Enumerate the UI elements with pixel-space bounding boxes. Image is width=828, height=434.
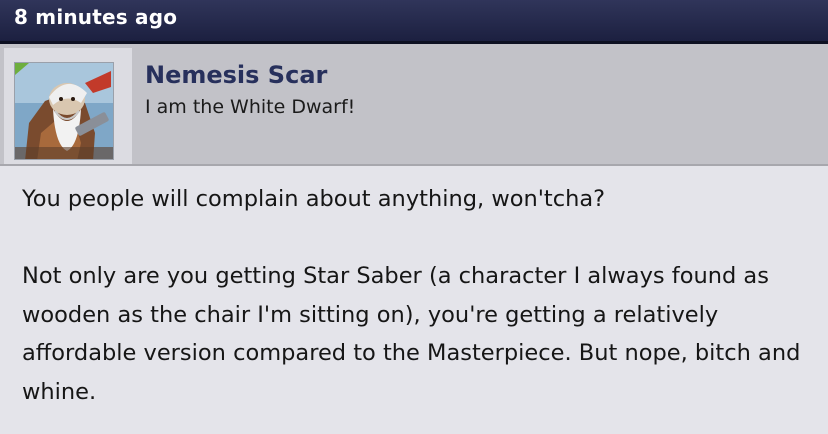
post-timestamp: 8 minutes ago (14, 5, 178, 29)
post-paragraph-1: You people will complain about anything,… (22, 186, 606, 212)
author-title: I am the White Dwarf! (145, 96, 356, 118)
post-body: You people will complain about anything,… (0, 166, 828, 434)
avatar-cell (4, 48, 132, 164)
avatar-white-dwarf-icon (15, 63, 113, 159)
author-block: Nemesis Scar I am the White Dwarf! (0, 44, 828, 166)
forum-post: 8 minutes ago Nemesis Scar I am the Whit… (0, 0, 828, 434)
author-name-link[interactable]: Nemesis Scar (145, 61, 327, 89)
post-header: 8 minutes ago (0, 0, 828, 44)
avatar[interactable] (14, 62, 114, 160)
post-text: You people will complain about anything,… (22, 180, 812, 411)
post-paragraph-2: Not only are you getting Star Saber (a c… (22, 263, 801, 405)
